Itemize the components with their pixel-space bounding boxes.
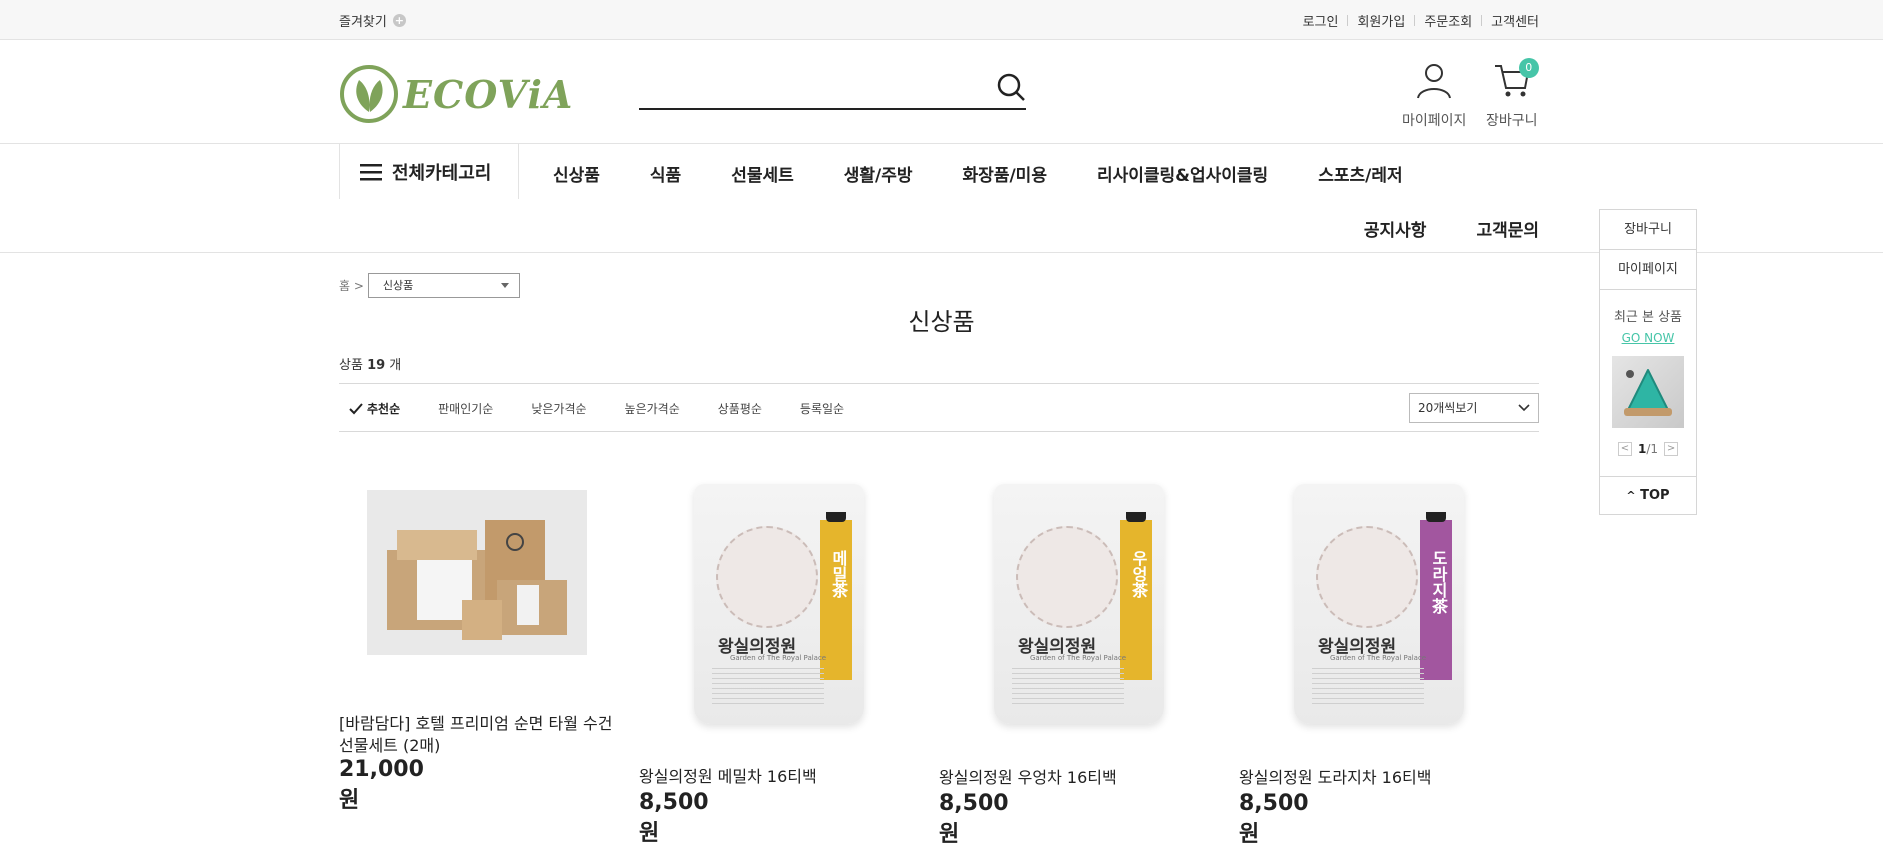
sort-recommended[interactable]: 추천순 [349,400,400,417]
mypage-button[interactable]: 마이페이지 [1402,60,1466,130]
recent-page-total: /1 [1646,442,1659,456]
tea-pouch-image: 도라지茶 왕실의정원 Garden of The Royal Palace [1294,484,1464,724]
category-select[interactable]: 신상품 [367,273,520,298]
pouch-band-text: 도라지茶 [1429,550,1448,614]
cart-label: 장바구니 [1486,113,1538,129]
divider [1347,15,1349,26]
login-link[interactable]: 로그인 [1303,11,1339,30]
product-image[interactable]: 우엉茶 왕실의정원 Garden of The Royal Palace [994,484,1164,724]
product-image[interactable]: 도라지茶 왕실의정원 Garden of The Royal Palace [1294,484,1464,724]
product-image[interactable] [367,490,587,655]
check-icon [349,402,363,414]
nav-item-food[interactable]: 식품 [650,161,681,186]
product-name[interactable]: 왕실의정원 도라지차 16티백 [1239,767,1519,789]
nav-item-new[interactable]: 신상품 [553,161,600,186]
count-value: 19 [367,358,386,373]
product-name[interactable]: [바람담다] 호텔 프리미엄 순면 타월 수건 선물세트 (2매) [339,713,619,757]
product-price: 8,500원 [639,790,709,846]
quick-cart-button[interactable]: 장바구니 [1600,210,1696,250]
cart-button[interactable]: 0 장바구니 [1486,58,1539,130]
nav-item-living-kitchen[interactable]: 생활/주방 [844,161,913,186]
pouch-sub: Garden of The Royal Palace [730,654,827,662]
gift-box-image [367,490,587,655]
quick-menu-panel: 장바구니 마이페이지 최근 본 상품 GO NOW < 1/1 > ^ TOP [1599,209,1697,515]
sort-popular[interactable]: 판매인기순 [438,400,493,417]
pouch-sub: Garden of The Royal Palace [1330,654,1427,662]
nav-item-sports[interactable]: 스포츠/레저 [1318,161,1402,186]
sort-recommended-label: 추천순 [367,402,401,416]
category-select-value: 신상품 [382,279,414,292]
tea-pouch-image: 메밀茶 왕실의정원 Garden of The Royal Palace [694,484,864,724]
divider [1481,15,1483,26]
product-count: 상품 19 개 [339,354,401,373]
favorites-label: 즐겨찾기 [339,15,387,30]
product-price: 8,500원 [1239,791,1309,847]
order-lookup-link[interactable]: 주문조회 [1424,11,1472,30]
per-page-value: 20개씩보기 [1418,401,1478,415]
count-prefix: 상품 [339,358,363,373]
product-image[interactable]: 메밀茶 왕실의정원 Garden of The Royal Palace [694,484,864,724]
sort-price-high[interactable]: 높은가격순 [625,400,680,417]
quick-mypage-button[interactable]: 마이페이지 [1600,250,1696,290]
leaf-logo-icon [340,65,398,123]
sort-price-low[interactable]: 낮은가격순 [531,400,586,417]
product-price: 21,000원 [339,757,424,813]
nav-item-cosmetics[interactable]: 화장품/미용 [963,161,1047,186]
category-menu: 신상품 식품 선물세트 생활/주방 화장품/미용 리사이클링&업사이클링 스포츠… [553,161,1403,186]
pouch-sub: Garden of The Royal Palace [1030,654,1127,662]
secondary-menu: 공지사항 고객문의 [1364,216,1539,241]
favorites-link[interactable]: 즐겨찾기 + [339,11,406,30]
pouch-band-text: 메밀茶 [829,550,848,598]
nav-item-notice[interactable]: 공지사항 [1364,216,1427,241]
chevron-up-icon: ^ [1626,489,1636,502]
product-price: 8,500원 [939,791,1009,847]
divider [1414,15,1416,26]
breadcrumb: 홈 > 신상품 [339,273,520,298]
search-icon[interactable] [996,72,1026,106]
signup-link[interactable]: 회원가입 [1357,11,1405,30]
top-bar: 즐겨찾기 + 로그인 회원가입 주문조회 고객센터 [0,0,1883,40]
prev-page-button[interactable]: < [1617,442,1632,456]
top-links: 로그인 회원가입 주문조회 고객센터 [1303,11,1539,30]
nav-item-inquiry[interactable]: 고객문의 [1476,216,1539,241]
recent-pager: < 1/1 > [1600,442,1696,456]
plus-icon: + [392,14,406,27]
breadcrumb-home[interactable]: 홈 > [339,277,364,294]
top-label: TOP [1640,488,1670,503]
mypage-label: 마이페이지 [1402,113,1467,129]
search-box [639,66,1026,110]
product-thumbnail-icon [1624,369,1672,416]
pouch-band-text: 우엉茶 [1129,550,1148,598]
all-categories-button[interactable]: 전체카테고리 [339,144,519,199]
nav-item-recycling[interactable]: 리사이클링&업사이클링 [1097,161,1268,186]
sort-options: 추천순 판매인기순 낮은가격순 높은가격순 상품평순 등록일순 [349,400,844,417]
logo-text: ECOViA [403,71,574,117]
next-page-button[interactable]: > [1664,442,1679,456]
cart-count-badge: 0 [1518,58,1539,78]
per-page-select[interactable]: 20개씩보기 [1409,393,1539,423]
nav-item-gift-set[interactable]: 선물세트 [731,161,794,186]
caret-down-icon [500,283,509,288]
hamburger-icon [360,163,382,180]
product-name[interactable]: 왕실의정원 메밀차 16티백 [639,766,919,788]
sort-review[interactable]: 상품평순 [718,400,762,417]
site-logo[interactable]: ECOViA [339,64,573,124]
tea-pouch-image: 우엉茶 왕실의정원 Garden of The Royal Palace [994,484,1164,724]
sort-bar: 추천순 판매인기순 낮은가격순 높은가격순 상품평순 등록일순 20개씩보기 [339,383,1539,432]
count-suffix: 개 [389,358,402,373]
product-name[interactable]: 왕실의정원 우엉차 16티백 [939,767,1219,789]
user-icon [1417,64,1452,99]
sort-date[interactable]: 등록일순 [800,400,844,417]
search-input[interactable] [639,66,979,106]
all-categories-label: 전체카테고리 [392,162,492,184]
page-title: 신상품 [908,308,975,336]
scroll-top-button[interactable]: ^ TOP [1600,476,1696,514]
customer-center-link[interactable]: 고객센터 [1491,11,1539,30]
recent-product-thumbnail[interactable] [1612,356,1684,428]
chevron-down-icon [1518,404,1530,412]
